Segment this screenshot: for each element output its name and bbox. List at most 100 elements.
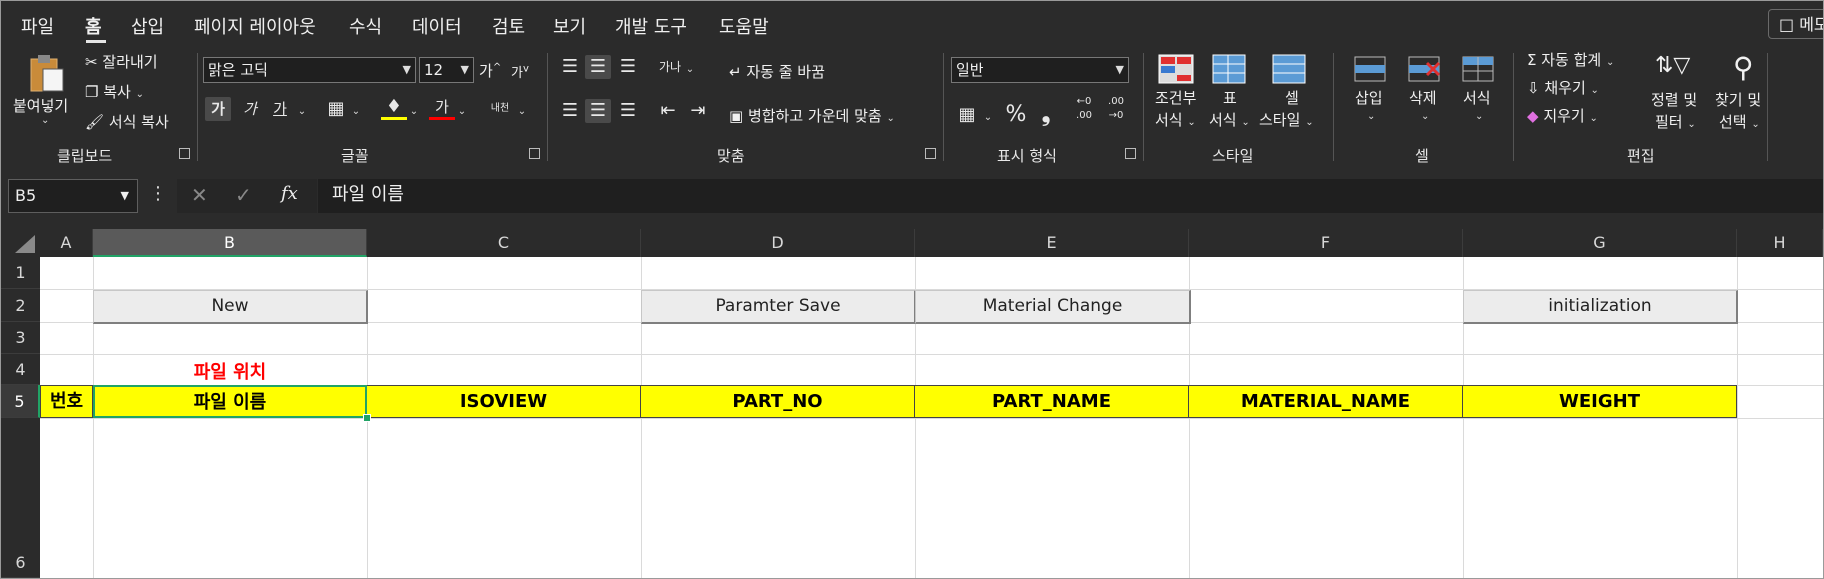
font-size-dropdown[interactable]: 12 ▼ (419, 57, 474, 83)
fill-handle[interactable] (363, 414, 371, 422)
cell-styles-button[interactable]: 셀 스타일 ⌄ (1259, 53, 1323, 137)
tab-data[interactable]: 데이터 (412, 13, 462, 39)
row-header-6[interactable]: 6 (1, 418, 40, 578)
column-header-e[interactable]: E (915, 229, 1189, 257)
align-middle-icon[interactable]: ☰ (585, 55, 611, 79)
material-change-button[interactable]: Material Change (915, 290, 1191, 324)
font-name-dropdown[interactable]: 맑은 고딕 ▼ (203, 57, 416, 83)
align-right-icon[interactable]: ☰ (615, 99, 641, 123)
align-left-icon[interactable]: ☰ (557, 99, 583, 123)
align-center-icon[interactable]: ☰ (585, 99, 611, 123)
number-format-dropdown[interactable]: 일반 ▼ (951, 57, 1129, 83)
parameter-save-button[interactable]: Paramter Save (641, 290, 916, 324)
bold-button[interactable]: 가 (205, 97, 231, 121)
font-launcher-icon[interactable] (529, 148, 540, 159)
increase-indent-icon[interactable]: ⇥ (685, 99, 711, 123)
clipboard-launcher-icon[interactable] (179, 148, 190, 159)
italic-button[interactable]: 가 (237, 97, 263, 121)
format-as-table-button[interactable]: 표 서식 ⌄ (1207, 53, 1259, 137)
phonetic-guide-button[interactable]: 내천 (485, 97, 515, 121)
comments-button[interactable]: □ 메모 (1768, 9, 1823, 39)
insert-cells-button[interactable]: 삽입 ⌄ (1347, 53, 1395, 137)
tab-file[interactable]: 파일 (21, 13, 54, 39)
chevron-down-icon[interactable]: ⌄ (295, 97, 309, 124)
chevron-down-icon[interactable]: ⌄ (455, 97, 469, 124)
tab-home[interactable]: 홈 (85, 13, 102, 39)
autosum-button[interactable]: Σ 자동 합계 ⌄ (1527, 49, 1614, 70)
cell-g5[interactable]: WEIGHT (1463, 385, 1737, 418)
cell-c5[interactable]: ISOVIEW (367, 385, 641, 418)
cell-b4[interactable]: 파일 위치 (93, 358, 367, 384)
currency-icon[interactable]: ▦ (953, 103, 981, 127)
cell-a5[interactable]: 번호 (40, 385, 93, 418)
cut-button[interactable]: ✂ 잘라내기 (85, 51, 158, 72)
select-all-corner[interactable] (1, 229, 40, 257)
font-color-button[interactable]: 가 (429, 97, 455, 120)
alignment-launcher-icon[interactable] (925, 148, 936, 159)
initialization-button[interactable]: initialization (1463, 290, 1738, 324)
column-header-h[interactable]: H (1737, 229, 1823, 257)
shrink-font-button[interactable]: 가v (511, 62, 529, 81)
increase-decimal-button[interactable]: ←0.00 (1069, 95, 1099, 123)
chevron-down-icon[interactable]: ⌄ (349, 97, 363, 124)
orientation-button[interactable]: 가나 (657, 55, 683, 79)
grow-font-button[interactable]: 가^ (479, 60, 501, 81)
chevron-down-icon[interactable]: ⌄ (515, 97, 529, 124)
fill-button[interactable]: ⇩ 채우기 ⌄ (1527, 77, 1599, 98)
paste-button[interactable]: 붙여넣기 ⌄ (13, 51, 81, 131)
tab-view[interactable]: 보기 (553, 13, 586, 39)
enter-icon[interactable]: ✓ (235, 183, 252, 207)
name-box[interactable]: B5 ▼ (8, 179, 138, 213)
chevron-down-icon[interactable]: ⌄ (407, 97, 421, 124)
sort-filter-button[interactable]: ⇅▽ 정렬 및 필터 ⌄ (1651, 51, 1715, 139)
ribbon: 붙여넣기 ⌄ ✂ 잘라내기 ❐ 복사 ⌄ 🖌 서식 복사 클립보드 맑은 고딕 ▼… (1, 47, 1823, 169)
row-header-3[interactable]: 3 (1, 322, 40, 354)
chevron-down-icon[interactable]: ⌄ (981, 103, 995, 130)
row-header-5[interactable]: 5 (1, 385, 40, 418)
tab-help[interactable]: 도움말 (719, 13, 769, 39)
conditional-formatting-button[interactable]: 조건부 서식 ⌄ (1151, 53, 1203, 137)
align-top-icon[interactable]: ☰ (557, 55, 583, 79)
decrease-decimal-button[interactable]: .00 →0 (1101, 95, 1131, 123)
format-painter-button[interactable]: 🖌 서식 복사 (85, 111, 169, 132)
column-header-c[interactable]: C (367, 229, 641, 257)
tab-formulas[interactable]: 수식 (349, 13, 382, 39)
merge-center-button[interactable]: ▣ 병합하고 가운데 맞춤 ⌄ (729, 105, 895, 126)
tab-review[interactable]: 검토 (492, 13, 525, 39)
column-header-g[interactable]: G (1463, 229, 1737, 257)
column-header-f[interactable]: F (1189, 229, 1463, 257)
cell-d5[interactable]: PART_NO (641, 385, 915, 418)
row-header-1[interactable]: 1 (1, 257, 40, 289)
decrease-indent-icon[interactable]: ⇤ (655, 99, 681, 123)
tab-developer[interactable]: 개발 도구 (615, 13, 687, 39)
column-header-d[interactable]: D (641, 229, 915, 257)
borders-icon[interactable]: ▦ (323, 97, 349, 121)
number-launcher-icon[interactable] (1125, 148, 1136, 159)
find-select-button[interactable]: ⚲ 찾기 및 선택 ⌄ (1715, 51, 1779, 139)
underline-button[interactable]: 가 (267, 97, 293, 121)
cell-e5[interactable]: PART_NAME (915, 385, 1189, 418)
tab-page-layout[interactable]: 페이지 레이아웃 (194, 13, 316, 39)
wrap-text-button[interactable]: ↵ 자동 줄 바꿈 (729, 61, 825, 82)
comma-style-button[interactable]: ❟ (1033, 103, 1059, 127)
insert-function-icon[interactable]: fx (281, 183, 298, 204)
cell-f5[interactable]: MATERIAL_NAME (1189, 385, 1463, 418)
delete-cells-button[interactable]: 삭제 ⌄ (1401, 53, 1449, 137)
percent-button[interactable]: % (1003, 103, 1029, 127)
column-header-a[interactable]: A (40, 229, 93, 257)
row-header-2[interactable]: 2 (1, 289, 40, 322)
more-options-icon[interactable]: ⋮ (149, 183, 167, 204)
cancel-icon[interactable]: ✕ (191, 183, 208, 207)
chevron-down-icon[interactable]: ⌄ (683, 55, 697, 82)
clear-button[interactable]: ◆ 지우기 ⌄ (1527, 105, 1598, 126)
copy-button[interactable]: ❐ 복사 ⌄ (85, 81, 144, 102)
new-button[interactable]: New (93, 290, 368, 324)
align-bottom-icon[interactable]: ☰ (615, 55, 641, 79)
tab-insert[interactable]: 삽입 (131, 13, 164, 39)
cell-b5[interactable]: 파일 이름 (93, 385, 367, 418)
format-cells-button[interactable]: 서식 ⌄ (1455, 53, 1503, 137)
formula-input[interactable]: 파일 이름 (318, 179, 1823, 213)
row-header-4[interactable]: 4 (1, 354, 40, 385)
column-header-b[interactable]: B (93, 229, 367, 257)
fill-color-icon[interactable]: ♦ (381, 97, 407, 120)
